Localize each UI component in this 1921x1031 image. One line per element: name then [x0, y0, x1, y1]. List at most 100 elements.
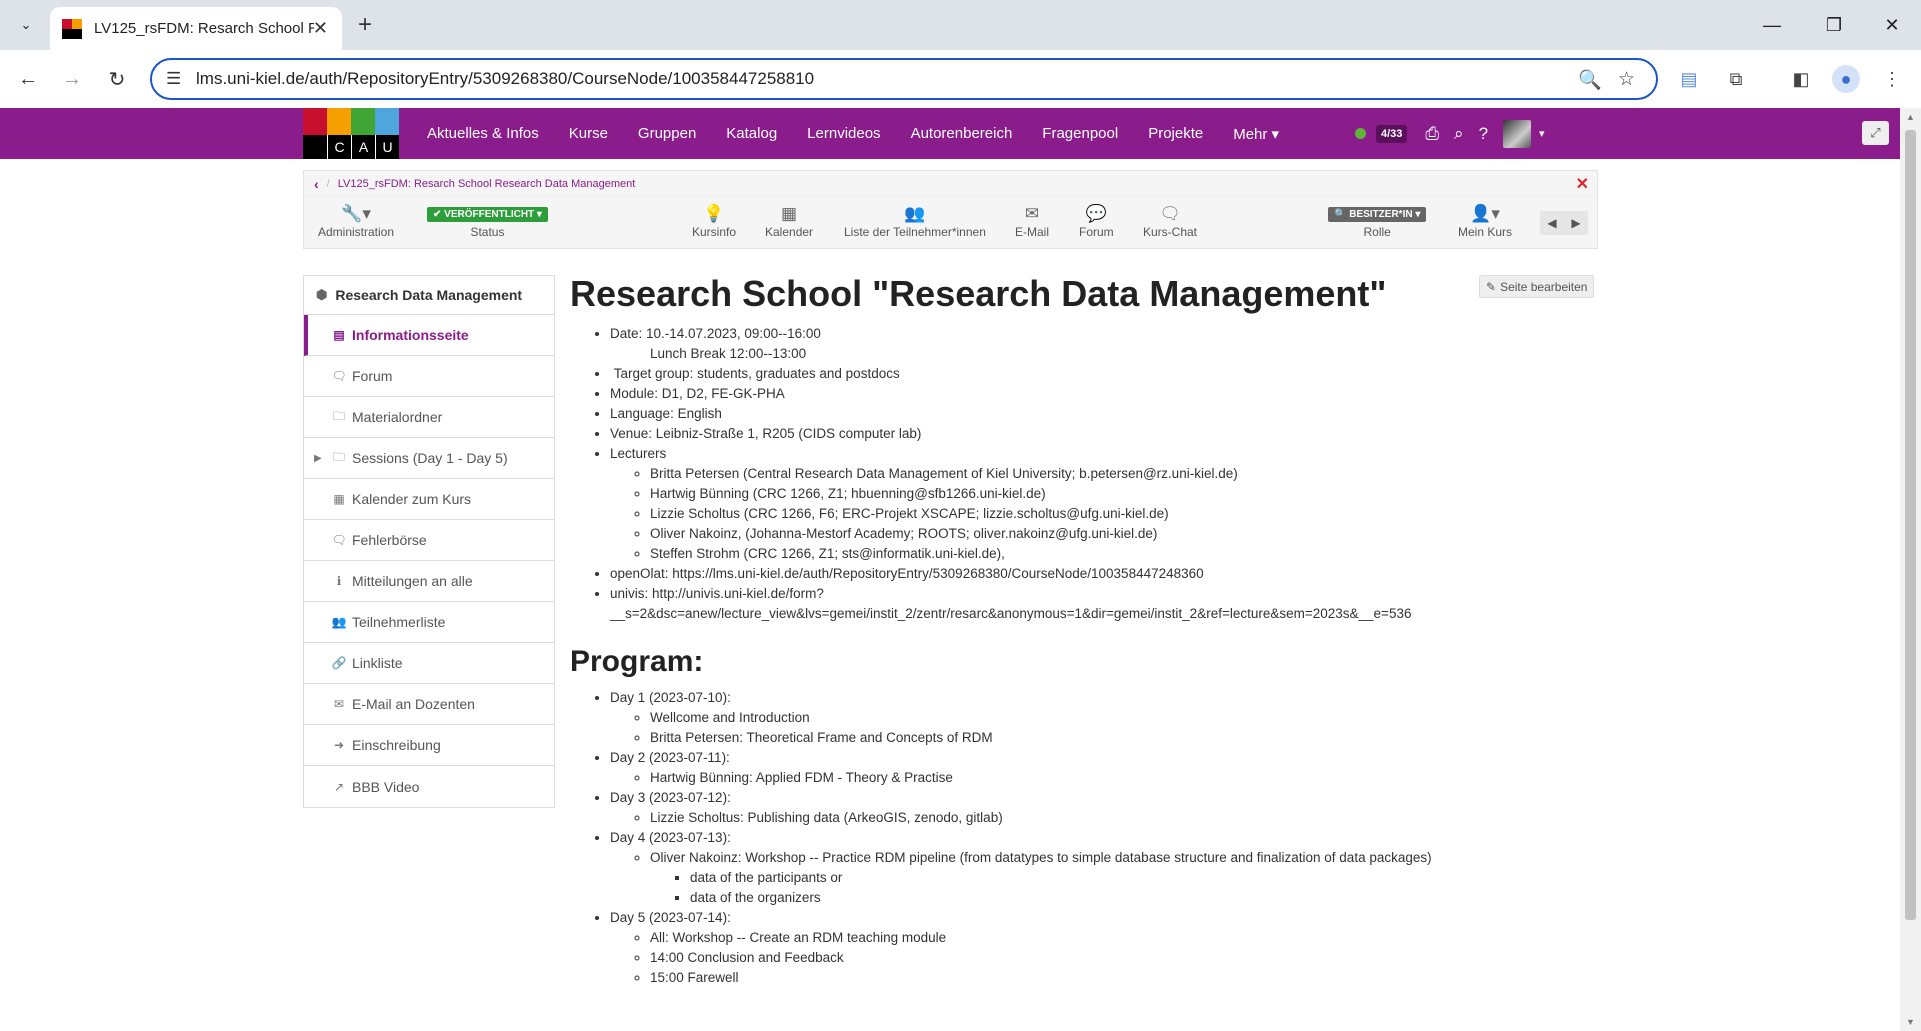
role-menu[interactable]: 🔍 BESITZER*IN ▾ Rolle	[1328, 203, 1427, 239]
signin-icon: ➜	[333, 738, 345, 752]
info-list: Date: 10.-14.07.2023, 09:00--16:00 Lunch…	[570, 324, 1600, 624]
browser-tab-strip: ⌄ LV125_rsFDM: Resarch School R ✕ + — ❐ …	[0, 0, 1921, 50]
list-item: Lizzie Scholtus: Publishing data (ArkeoG…	[650, 808, 1600, 828]
sidebar-item-fehlerboerse[interactable]: 🗨 Fehlerbörse	[304, 520, 554, 561]
user-menu-caret-icon[interactable]: ▾	[1539, 127, 1545, 140]
menu-projekte[interactable]: Projekte	[1148, 125, 1203, 142]
kurs-chat-button[interactable]: 🗨 Kurs-Chat	[1143, 203, 1197, 239]
list-item: Module: D1, D2, FE-GK-PHA	[610, 384, 1600, 404]
menu-fragenpool[interactable]: Fragenpool	[1042, 125, 1118, 142]
course-menu-root[interactable]: ⬢ Research Data Management	[304, 276, 554, 315]
bookmark-star-icon[interactable]: ☆	[1618, 68, 1635, 91]
browser-toolbar: ← → ↻ ☰ lms.uni-kiel.de/auth/RepositoryE…	[0, 50, 1921, 108]
new-tab-plus-icon[interactable]: +	[350, 10, 380, 40]
browser-tab[interactable]: LV125_rsFDM: Resarch School R ✕	[50, 7, 342, 50]
sidebar-item-forum[interactable]: 🗨 Forum	[304, 356, 554, 397]
list-item: openOlat: https://lms.uni-kiel.de/auth/R…	[610, 564, 1600, 584]
expand-caret-icon[interactable]: ▶	[314, 453, 322, 464]
cube-icon: ⬢	[316, 287, 328, 302]
help-icon[interactable]: ?	[1479, 124, 1488, 144]
menu-katalog[interactable]: Katalog	[726, 125, 777, 142]
profile-icon[interactable]: ●	[1832, 65, 1860, 93]
fullscreen-expand-icon[interactable]: ⤢	[1862, 121, 1889, 145]
sidebar-item-teilnehmerliste[interactable]: 👥 Teilnehmerliste	[304, 602, 554, 643]
status-badge[interactable]: ✔ VERÖFFENTLICHT ▾	[427, 207, 548, 222]
site-info-icon[interactable]: ☰	[166, 69, 181, 89]
link-icon: 🔗	[331, 656, 347, 670]
scrollbar-thumb[interactable]	[1905, 130, 1916, 920]
menu-aktuelles[interactable]: Aktuelles & Infos	[427, 125, 539, 142]
teilnehmer-button[interactable]: 👥 Liste der Teilnehmer*innen	[844, 203, 986, 239]
lecturer-item: Oliver Nakoinz, (Johanna-Mestorf Academy…	[650, 524, 1600, 544]
minimize-icon[interactable]: —	[1752, 10, 1792, 40]
mein-kurs-menu[interactable]: 👤▾ Mein Kurs	[1458, 203, 1512, 239]
breadcrumb-course-link[interactable]: LV125_rsFDM: Resarch School Research Dat…	[338, 178, 636, 190]
menu-kebab-icon[interactable]: ⋮	[1878, 65, 1906, 93]
administration-menu[interactable]: 🔧▾ Administration	[318, 203, 394, 239]
list-item: 14:00 Conclusion and Feedback	[650, 948, 1600, 968]
status-menu[interactable]: ✔ VERÖFFENTLICHT ▾ Status	[427, 203, 548, 239]
site-navbar: C A U Aktuelles & Infos Kurse Gruppen Ka…	[0, 108, 1900, 159]
menu-mehr[interactable]: Mehr ▾	[1233, 125, 1279, 143]
folder-icon: 🗀	[332, 408, 345, 423]
close-tab-icon[interactable]: ✕	[313, 18, 328, 39]
envelope-icon: ✉	[1024, 204, 1040, 223]
forward-arrow-icon[interactable]: →	[57, 64, 87, 94]
comment-icon: 🗨	[331, 533, 347, 547]
tab-search-chevron-icon[interactable]: ⌄	[14, 12, 38, 38]
close-course-icon[interactable]: ✕	[1576, 174, 1589, 194]
reload-icon[interactable]: ↻	[102, 64, 132, 94]
role-badge[interactable]: 🔍 BESITZER*IN ▾	[1328, 207, 1427, 222]
forum-button[interactable]: 💬 Forum	[1079, 203, 1114, 239]
main-menu: Aktuelles & Infos Kurse Gruppen Katalog …	[412, 108, 1294, 159]
kalender-button[interactable]: ▦ Kalender	[765, 203, 813, 239]
close-window-icon[interactable]: ✕	[1872, 10, 1912, 40]
page-scrollbar[interactable]: ▲ ▼	[1900, 108, 1921, 1031]
restore-icon[interactable]: ❐	[1814, 10, 1854, 40]
menu-lernvideos[interactable]: Lernvideos	[807, 125, 880, 142]
scroll-up-icon[interactable]: ▲	[1906, 112, 1915, 122]
email-button[interactable]: ✉ E-Mail	[1015, 203, 1049, 239]
mail-icon: ✉	[333, 697, 345, 711]
sidebar-item-linkliste[interactable]: 🔗 Linkliste	[304, 643, 554, 684]
back-arrow-icon[interactable]: ←	[13, 64, 43, 94]
avatar[interactable]	[1503, 119, 1532, 148]
page-icon: ▤	[333, 328, 345, 342]
sidebar-item-materialordner[interactable]: 🗀 Materialordner	[304, 397, 554, 438]
list-item: Britta Petersen: Theoretical Frame and C…	[650, 728, 1600, 748]
sidebar-item-kalender[interactable]: ▦ Kalender zum Kurs	[304, 479, 554, 520]
scroll-down-icon[interactable]: ▼	[1906, 1017, 1915, 1027]
url-text: lms.uni-kiel.de/auth/RepositoryEntry/530…	[196, 69, 815, 88]
sidebar-item-einschreibung[interactable]: ➜ Einschreibung	[304, 725, 554, 766]
address-bar[interactable]: ☰ lms.uni-kiel.de/auth/RepositoryEntry/5…	[150, 58, 1658, 100]
logo-letter: A	[351, 135, 375, 159]
menu-autorenbereich[interactable]: Autorenbereich	[911, 125, 1013, 142]
print-icon[interactable]: ⎙	[1425, 124, 1439, 144]
comments-icon: 💬	[1085, 204, 1107, 223]
next-node-icon[interactable]: ▶	[1564, 211, 1588, 235]
sidebar-item-sessions[interactable]: ▶ 🗀 Sessions (Day 1 - Day 5)	[304, 438, 554, 479]
menu-gruppen[interactable]: Gruppen	[638, 125, 696, 142]
sidebar-item-bbb-video[interactable]: ↗ BBB Video	[304, 766, 554, 807]
menu-kurse[interactable]: Kurse	[569, 125, 608, 142]
zoom-icon[interactable]: 🔍	[1578, 68, 1602, 92]
list-item: Wellcome and Introduction	[650, 708, 1600, 728]
back-chevron-icon[interactable]: ‹	[314, 176, 319, 192]
sidebar-item-informationsseite[interactable]: ▤ Informationsseite	[304, 315, 554, 356]
program-day: Day 5 (2023-07-14): All: Workshop -- Cre…	[610, 908, 1600, 988]
cau-logo[interactable]: C A U	[303, 108, 399, 159]
sidebar-item-mitteilungen[interactable]: ℹ Mitteilungen an alle	[304, 561, 554, 602]
extensions-icon[interactable]: ⧉	[1722, 65, 1750, 93]
program-day: Day 1 (2023-07-10): Wellcome and Introdu…	[610, 688, 1600, 748]
online-user-count[interactable]: 4/33	[1376, 124, 1408, 143]
side-panel-icon[interactable]: ◧	[1787, 65, 1815, 93]
previous-node-icon[interactable]: ◀	[1540, 211, 1564, 235]
navbar-tools: 4/33 ⎙ ⌕ ? ▾	[1355, 108, 1560, 159]
search-icon[interactable]: ⌕	[1454, 124, 1464, 144]
list-item: Oliver Nakoinz: Workshop -- Practice RDM…	[650, 848, 1600, 908]
sidebar-item-email-dozenten[interactable]: ✉ E-Mail an Dozenten	[304, 684, 554, 725]
kursinfo-button[interactable]: 💡 Kursinfo	[692, 203, 736, 239]
reader-icon[interactable]: ▤	[1675, 65, 1703, 93]
list-item: Venue: Leibniz-Straße 1, R205 (CIDS comp…	[610, 424, 1600, 444]
online-status-icon[interactable]	[1355, 128, 1366, 139]
